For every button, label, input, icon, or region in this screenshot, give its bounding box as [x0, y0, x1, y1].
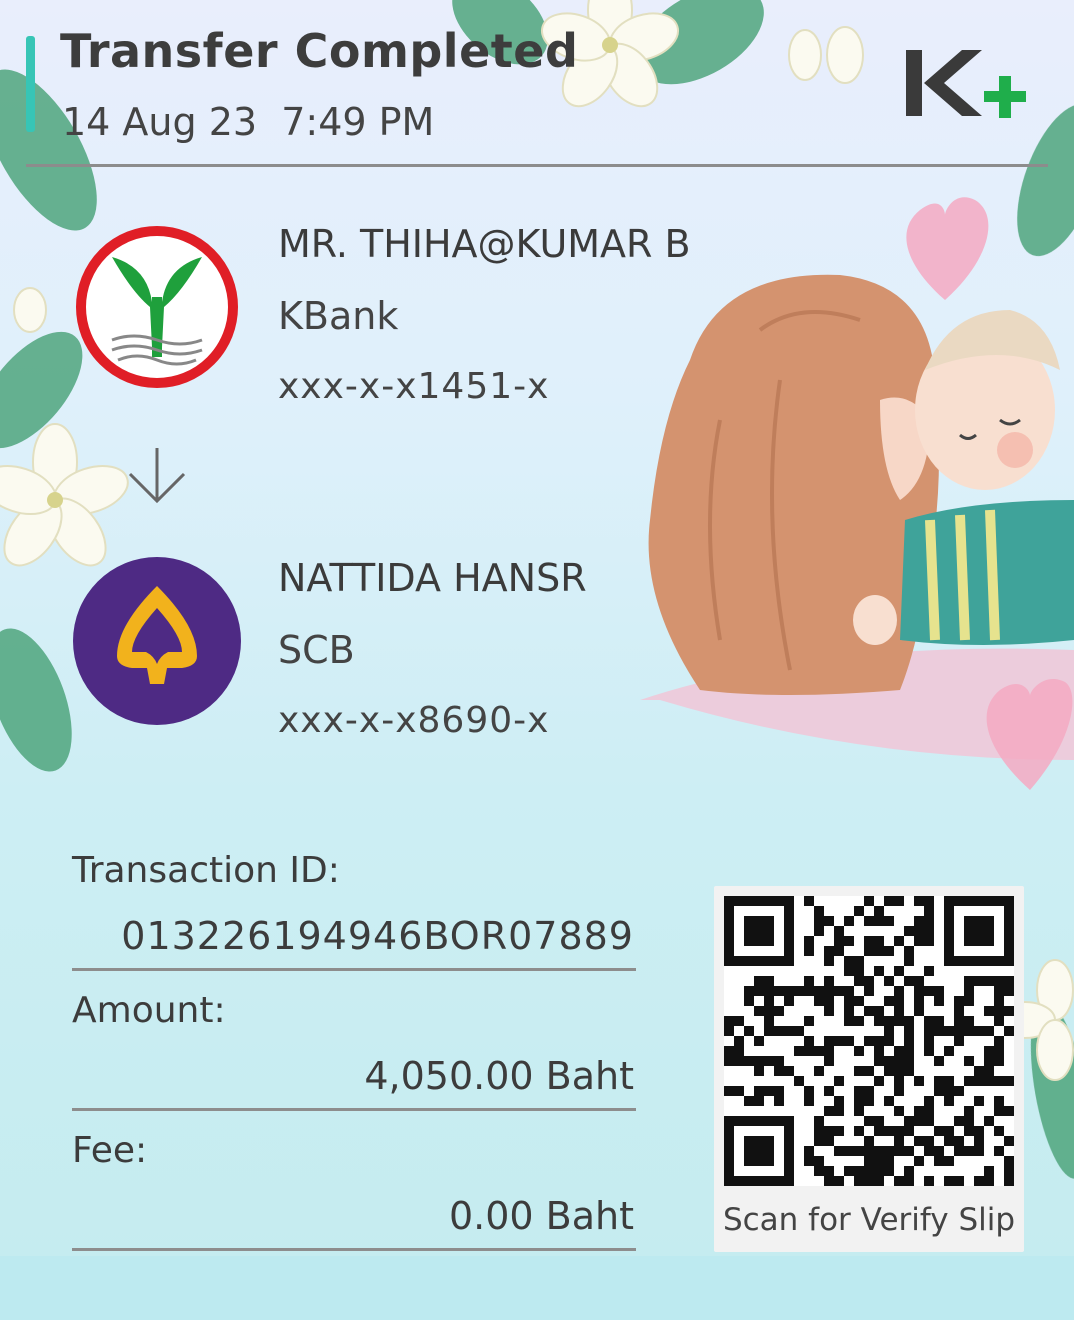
fee-label: Fee: — [72, 1130, 148, 1171]
mother-illustration — [648, 274, 939, 695]
header-accent-bar — [26, 36, 35, 132]
kplus-logo-icon — [906, 50, 1026, 118]
page-title: Transfer Completed — [60, 24, 579, 78]
transfer-datetime: 14 Aug 23 7:49 PM — [62, 100, 435, 144]
header-divider — [26, 164, 1048, 167]
amount-label: Amount: — [72, 990, 226, 1031]
scb-logo-icon — [73, 557, 241, 725]
transaction-id-value: 013226194946BOR07889 — [121, 914, 634, 958]
divider — [72, 968, 636, 971]
qr-code-icon[interactable] — [724, 896, 1014, 1186]
sender-bank: KBank — [278, 294, 399, 338]
amount-value: 4,050.00 Baht — [364, 1054, 634, 1098]
sender-name: MR. THIHA@KUMAR B — [278, 222, 691, 266]
kbank-logo-icon — [76, 226, 238, 388]
receiver-name: NATTIDA HANSR — [278, 556, 587, 600]
transaction-id-label: Transaction ID: — [72, 850, 340, 891]
divider — [72, 1108, 636, 1111]
sender-account: xxx-x-x1451-x — [278, 366, 550, 407]
divider — [72, 1248, 636, 1251]
footer-band — [0, 1256, 1074, 1320]
receiver-account: xxx-x-x8690-x — [278, 700, 550, 741]
arrow-down-icon — [128, 448, 186, 504]
fee-value: 0.00 Baht — [448, 1194, 634, 1238]
qr-caption: Scan for Verify Slip — [722, 1202, 1016, 1238]
receiver-bank: SCB — [278, 628, 355, 672]
